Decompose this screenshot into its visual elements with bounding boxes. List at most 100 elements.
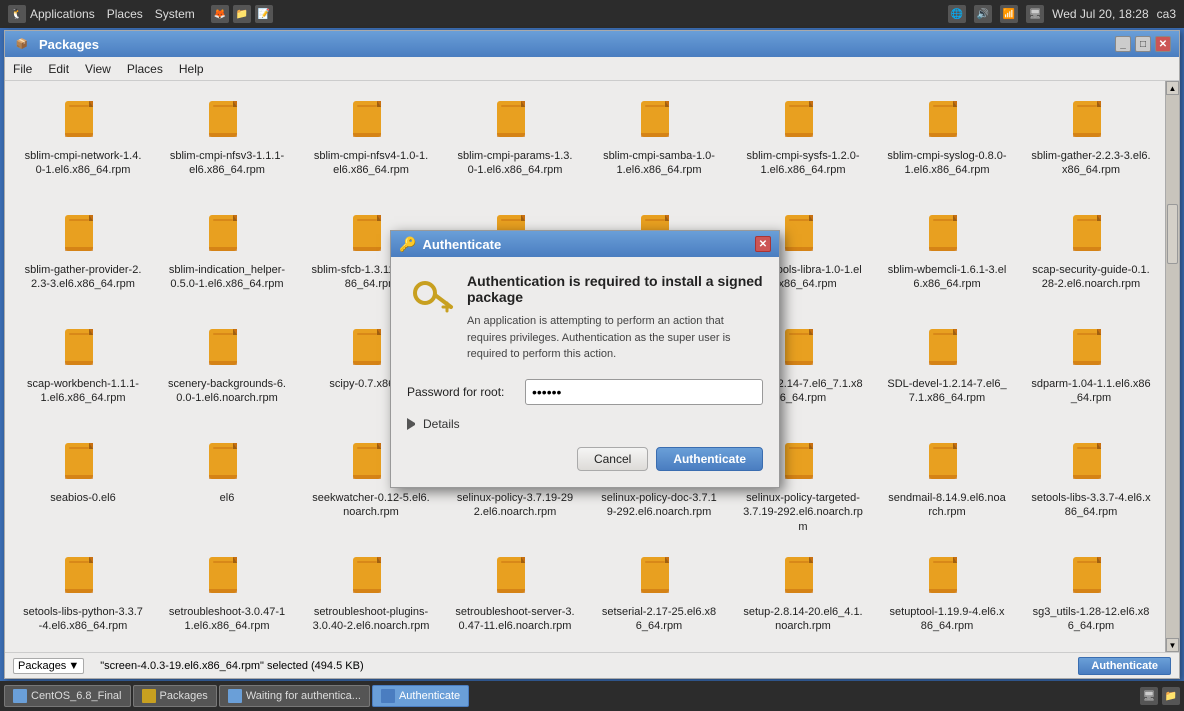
file-item[interactable]: setroubleshoot-3.0.47-11.el6.x86_64.rpm: [157, 545, 297, 652]
taskbar-label-2: Waiting for authentica...: [246, 690, 361, 702]
volume-icon[interactable]: 🔊: [974, 5, 992, 23]
file-icon: [635, 553, 683, 601]
file-icon: [923, 553, 971, 601]
menu-system[interactable]: System: [155, 7, 195, 21]
menu-places[interactable]: Places: [127, 62, 163, 76]
file-item[interactable]: sblim-cmpi-network-1.4.0-1.el6.x86_64.rp…: [13, 89, 153, 199]
file-label: sblim-wbemcli-1.6.1-3.el6.x86_64.rpm: [887, 263, 1007, 292]
file-item[interactable]: sblim-cmpi-sysfs-1.2.0-1.el6.x86_64.rpm: [733, 89, 873, 199]
taskbar-right-icon-1[interactable]: 🖥: [1140, 687, 1158, 705]
file-item[interactable]: scap-security-guide-0.1.28-2.el6.noarch.…: [1021, 203, 1161, 313]
files-icon[interactable]: 📁: [233, 5, 251, 23]
taskbar-right-icon-2[interactable]: 📁: [1162, 687, 1180, 705]
file-item[interactable]: scenery-backgrounds-6.0.0-1.el6.noarch.r…: [157, 317, 297, 427]
file-item[interactable]: setserial-2.17-25.el6.x86_64.rpm: [589, 545, 729, 652]
taskbar: CentOS_6.8_Final Packages Waiting for au…: [0, 681, 1184, 711]
file-label: scenery-backgrounds-6.0.0-1.el6.noarch.r…: [167, 377, 287, 406]
password-input[interactable]: [525, 379, 763, 405]
file-icon: [923, 97, 971, 145]
auth-dialog: 🔑 Authenticate ✕ Authentication is requi…: [390, 230, 780, 488]
menu-edit[interactable]: Edit: [48, 62, 69, 76]
file-icon: [923, 325, 971, 373]
taskbar-item-0[interactable]: CentOS_6.8_Final: [4, 685, 131, 707]
file-item[interactable]: sblim-cmpi-params-1.3.0-1.el6.x86_64.rpm: [445, 89, 585, 199]
file-manager-titlebar: 📦 Packages _ □ ✕: [5, 31, 1179, 57]
window-icon: 📦: [13, 35, 31, 53]
file-icon: [779, 325, 827, 373]
details-toggle[interactable]: Details: [407, 417, 763, 431]
file-icon: [1067, 439, 1115, 487]
file-icon: [59, 325, 107, 373]
file-item[interactable]: setuptool-1.19.9-4.el6.x86_64.rpm: [877, 545, 1017, 652]
minimize-button[interactable]: _: [1115, 36, 1131, 52]
menu-help[interactable]: Help: [179, 62, 204, 76]
username: ca3: [1157, 7, 1176, 21]
auth-dialog-title: Authenticate: [422, 237, 501, 252]
top-panel: 🐧 Applications Places System 🦊 📁 📝 🌐 🔊 📶…: [0, 0, 1184, 28]
menu-applications[interactable]: Applications: [30, 7, 95, 21]
menu-view[interactable]: View: [85, 62, 111, 76]
firefox-icon[interactable]: 🦊: [211, 5, 229, 23]
file-item[interactable]: sblim-gather-provider-2.2.3-3.el6.x86_64…: [13, 203, 153, 313]
taskbar-item-3[interactable]: Authenticate: [372, 685, 469, 707]
file-item[interactable]: scap-workbench-1.1.1-1.el6.x86_64.rpm: [13, 317, 153, 427]
location-dropdown-label: Packages: [18, 660, 66, 672]
menu-places[interactable]: Places: [107, 7, 143, 21]
password-field: Password for root:: [407, 379, 763, 405]
taskbar-icon-0: [13, 689, 27, 703]
file-item[interactable]: sblim-cmpi-nfsv3-1.1.1-el6.x86_64.rpm: [157, 89, 297, 199]
taskbar-icon-3: [381, 689, 395, 703]
file-item[interactable]: sg3_utils-1.28-12.el6.x86_64.rpm: [1021, 545, 1161, 652]
taskbar-label-3: Authenticate: [399, 690, 460, 702]
file-label: selinux-policy-3.7.19-292.el6.noarch.rpm: [455, 491, 575, 520]
file-item[interactable]: sblim-gather-2.2.3-3.el6.x86_64.rpm: [1021, 89, 1161, 199]
file-item[interactable]: el6: [157, 431, 297, 541]
file-icon: [203, 325, 251, 373]
file-icon: [635, 97, 683, 145]
network-icon[interactable]: 🌐: [948, 5, 966, 23]
file-icon: [779, 439, 827, 487]
scrollbar-up-button[interactable]: ▲: [1166, 81, 1179, 95]
authenticate-status-button[interactable]: Authenticate: [1078, 657, 1171, 675]
file-item[interactable]: sendmail-8.14.9.el6.noarch.rpm: [877, 431, 1017, 541]
close-button[interactable]: ✕: [1155, 36, 1171, 52]
menu-file[interactable]: File: [13, 62, 32, 76]
auth-close-button[interactable]: ✕: [755, 236, 771, 252]
scrollbar-thumb[interactable]: [1167, 204, 1178, 264]
location-dropdown[interactable]: Packages ▼: [13, 658, 84, 674]
cancel-button[interactable]: Cancel: [577, 447, 648, 471]
file-item[interactable]: setools-libs-3.3.7-4.el6.x86_64.rpm: [1021, 431, 1161, 541]
scrollbar[interactable]: ▲ ▼: [1165, 81, 1179, 652]
file-item[interactable]: sblim-cmpi-syslog-0.8.0-1.el6.x86_64.rpm: [877, 89, 1017, 199]
file-item[interactable]: sblim-wbemcli-1.6.1-3.el6.x86_64.rpm: [877, 203, 1017, 313]
taskbar-icon-1: [142, 689, 156, 703]
file-item[interactable]: sdparm-1.04-1.1.el6.x86_64.rpm: [1021, 317, 1161, 427]
file-icon: [203, 97, 251, 145]
authenticate-button[interactable]: Authenticate: [656, 447, 763, 471]
file-item[interactable]: setroubleshoot-plugins-3.0.40-2.el6.noar…: [301, 545, 441, 652]
file-item[interactable]: seabios-0.el6: [13, 431, 153, 541]
taskbar-item-1[interactable]: Packages: [133, 685, 217, 707]
file-icon: [1067, 211, 1115, 259]
file-item[interactable]: sblim-cmpi-nfsv4-1.0-1.el6.x86_64.rpm: [301, 89, 441, 199]
file-item[interactable]: setools-libs-python-3.3.7-4.el6.x86_64.r…: [13, 545, 153, 652]
scrollbar-track[interactable]: [1166, 95, 1179, 638]
bluetooth-icon[interactable]: 📶: [1000, 5, 1018, 23]
file-icon: [203, 211, 251, 259]
file-icon: [779, 553, 827, 601]
file-item[interactable]: SDL-devel-1.2.14-7.el6_7.1.x86_64.rpm: [877, 317, 1017, 427]
file-item[interactable]: sblim-indication_helper-0.5.0-1.el6.x86_…: [157, 203, 297, 313]
file-label: SDL-devel-1.2.14-7.el6_7.1.x86_64.rpm: [887, 377, 1007, 406]
display-icon[interactable]: 🖥: [1026, 5, 1044, 23]
file-label: selinux-policy-doc-3.7.19-292.el6.noarch…: [599, 491, 719, 520]
file-item[interactable]: setup-2.8.14-20.el6_4.1.noarch.rpm: [733, 545, 873, 652]
auth-buttons: Cancel Authenticate: [407, 447, 763, 471]
file-item[interactable]: sblim-cmpi-samba-1.0-1.el6.x86_64.rpm: [589, 89, 729, 199]
file-label: setroubleshoot-3.0.47-11.el6.x86_64.rpm: [167, 605, 287, 634]
scrollbar-down-button[interactable]: ▼: [1166, 638, 1179, 652]
taskbar-item-2[interactable]: Waiting for authentica...: [219, 685, 370, 707]
maximize-button[interactable]: □: [1135, 36, 1151, 52]
text-editor-icon[interactable]: 📝: [255, 5, 273, 23]
file-item[interactable]: setroubleshoot-server-3.0.47-11.el6.noar…: [445, 545, 585, 652]
file-label: setuptool-1.19.9-4.el6.x86_64.rpm: [887, 605, 1007, 634]
